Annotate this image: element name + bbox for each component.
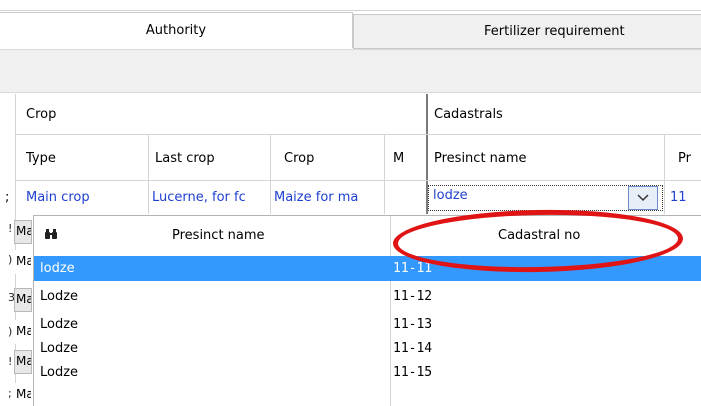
- column-header-pr[interactable]: Pr: [678, 149, 701, 169]
- stub-cell[interactable]: Ma: [14, 350, 32, 374]
- row-marker: ): [8, 253, 13, 266]
- binoculars-icon-svg: [45, 229, 57, 239]
- dropdown-cell-presinct-name: Lodze: [40, 317, 79, 332]
- row-marker: ;: [5, 190, 10, 205]
- row-marker: !: [8, 355, 13, 368]
- dropdown-cell-cadastral-no: 11-12: [393, 289, 433, 304]
- cell-crop[interactable]: Maize for ma: [274, 188, 382, 208]
- grid-header-border: [15, 180, 701, 181]
- dropdown-column-header-cadastral-no[interactable]: Cadastral no: [498, 228, 580, 243]
- dropdown-row[interactable]: Lodze 11-13: [34, 312, 701, 337]
- row-marker: !: [8, 222, 13, 235]
- row-marker: ): [8, 325, 13, 338]
- tab-authority[interactable]: Authority: [0, 12, 353, 48]
- dropdown-cell-presinct-name: Lodze: [40, 289, 79, 304]
- row-marker: 3: [8, 291, 15, 304]
- grid-col-sep: [270, 134, 271, 214]
- dropdown-row[interactable]: Lodze 11-14: [34, 336, 701, 361]
- presinct-name-combo-value[interactable]: lodze: [433, 186, 613, 206]
- grid-col-sep: [664, 134, 665, 214]
- grid-group-header-border: [15, 134, 701, 135]
- row-marker: ;: [8, 387, 12, 400]
- cell-pr[interactable]: 11: [670, 188, 701, 208]
- dropdown-cell-presinct-name: lodze: [40, 261, 75, 276]
- dropdown-cell-presinct-name: Lodze: [40, 341, 79, 356]
- dropdown-row[interactable]: lodze 11-11: [34, 256, 701, 281]
- stub-cell[interactable]: Ma: [14, 288, 32, 312]
- group-header-crop: Crop: [26, 107, 57, 122]
- grid-col-sep: [384, 134, 385, 214]
- stub-cell[interactable]: Ma: [14, 220, 32, 244]
- toolbar: [0, 49, 701, 93]
- dropdown-row[interactable]: Lodze 11-15: [34, 360, 701, 385]
- column-header-last-crop[interactable]: Last crop: [155, 149, 215, 169]
- tab-fertilizer-requirement-label: Fertilizer requirement: [484, 24, 625, 39]
- dropdown-cell-cadastral-no: 11-14: [393, 341, 433, 356]
- cell-type[interactable]: Main crop: [26, 188, 146, 208]
- dropdown-cell-cadastral-no: 11-11: [393, 261, 433, 276]
- stub-cell[interactable]: Ma: [14, 250, 32, 274]
- dropdown-cell-presinct-name: Lodze: [40, 365, 79, 380]
- group-header-cadastrals: Cadastrals: [434, 107, 503, 122]
- dropdown-cell-cadastral-no: 11-13: [393, 317, 433, 332]
- column-header-crop[interactable]: Crop: [284, 149, 314, 169]
- column-header-type[interactable]: Type: [26, 149, 56, 169]
- grid-col-sep: [148, 134, 149, 214]
- stub-cell[interactable]: Ma: [14, 320, 32, 344]
- column-header-presinct-name[interactable]: Presinct name: [434, 149, 527, 169]
- stub-cell[interactable]: Ma: [14, 383, 32, 406]
- dropdown-cell-cadastral-no: 11-15: [393, 365, 433, 380]
- dropdown-row[interactable]: Lodze 11-12: [34, 284, 701, 309]
- tab-strip-top-border: [0, 10, 701, 11]
- chevron-down-icon: [637, 194, 649, 202]
- tab-fertilizer-requirement[interactable]: Fertilizer requirement: [353, 14, 701, 48]
- dropdown-column-header-presinct-name[interactable]: Presinct name: [172, 228, 265, 243]
- tab-authority-label: Authority: [145, 23, 207, 38]
- binoculars-icon[interactable]: [44, 228, 58, 244]
- cell-last-crop[interactable]: Lucerne, for fc: [152, 188, 269, 208]
- combo-dropdown-button[interactable]: [628, 186, 658, 210]
- column-header-m[interactable]: M: [393, 149, 404, 169]
- presinct-dropdown[interactable]: Presinct name Cadastral no lodze 11-11 L…: [33, 215, 701, 406]
